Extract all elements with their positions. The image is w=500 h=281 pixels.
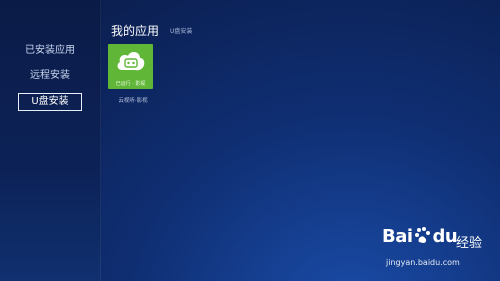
page-subtitle: U盘安装 xyxy=(170,28,193,35)
watermark-logo: Bai du xyxy=(382,226,458,247)
baidu-jingyan-watermark: Bai du 经验 jingyan.baidu.com xyxy=(380,226,496,276)
cloud-face-icon xyxy=(117,52,145,71)
sidebar-item-label: 已安装应用 xyxy=(25,45,75,56)
watermark-brand: Bai xyxy=(382,226,413,247)
watermark-brand-tail: du xyxy=(432,226,458,247)
sidebar-item-installed-apps[interactable]: 已安装应用 xyxy=(18,42,82,60)
watermark-jingyan: 经验 xyxy=(456,236,483,251)
sidebar: 已安装应用 远程安装 U盘安装 xyxy=(0,0,101,281)
sidebar-item-remote-install[interactable]: 远程安装 xyxy=(18,67,82,85)
app-tile[interactable]: 已运行 · 影视 xyxy=(108,44,153,89)
app-name: 云视听·影视 xyxy=(118,98,148,104)
sidebar-item-label: 远程安装 xyxy=(30,70,70,81)
app-badge: 已运行 · 影视 xyxy=(115,81,146,87)
page-title: 我的应用 xyxy=(111,24,160,38)
sidebar-item-usb-install[interactable]: U盘安装 xyxy=(18,93,82,111)
sidebar-item-label: U盘安装 xyxy=(31,96,69,107)
watermark-url: jingyan.baidu.com xyxy=(386,258,460,267)
paw-icon xyxy=(414,227,430,243)
